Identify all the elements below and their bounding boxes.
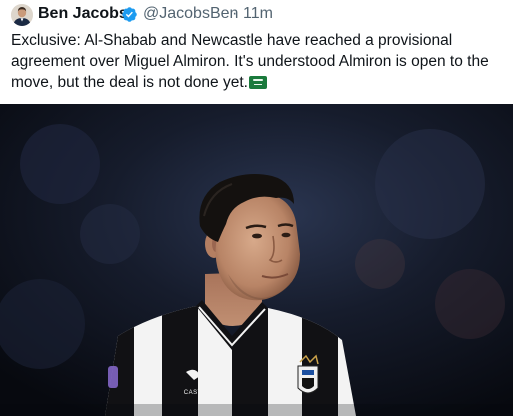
- tweet-text-line: Exclusive: Al-Shabab and Newcastle have …: [11, 32, 453, 49]
- avatar[interactable]: [11, 4, 33, 26]
- tweet-text-line: agreement over Miguel Almiron. It's unde…: [11, 53, 489, 70]
- tweet-text: Exclusive: Al-Shabab and Newcastle have …: [11, 30, 506, 93]
- tweet-media-photo[interactable]: CASTORE: [0, 104, 513, 416]
- tweet-card[interactable]: Ben Jacobs @JacobsBen · 11m Exclusive: A…: [0, 0, 513, 416]
- verified-badge-icon: [121, 6, 138, 23]
- saudi-arabia-flag-icon: [248, 76, 267, 89]
- author-display-name[interactable]: Ben Jacobs: [38, 5, 128, 23]
- kit-brand-text: CASTORE: [184, 390, 216, 396]
- tweet-text-line: move, but the deal is not done yet.: [11, 72, 506, 93]
- sleeve-badge-icon: [108, 366, 118, 388]
- tweet-text-line-content: move, but the deal is not done yet.: [11, 74, 248, 91]
- separator-dot: ·: [232, 5, 238, 22]
- tweet-header: Ben Jacobs @JacobsBen · 11m: [0, 0, 513, 28]
- tweet-timestamp[interactable]: 11m: [243, 5, 273, 23]
- author-handle[interactable]: @JacobsBen: [143, 5, 238, 23]
